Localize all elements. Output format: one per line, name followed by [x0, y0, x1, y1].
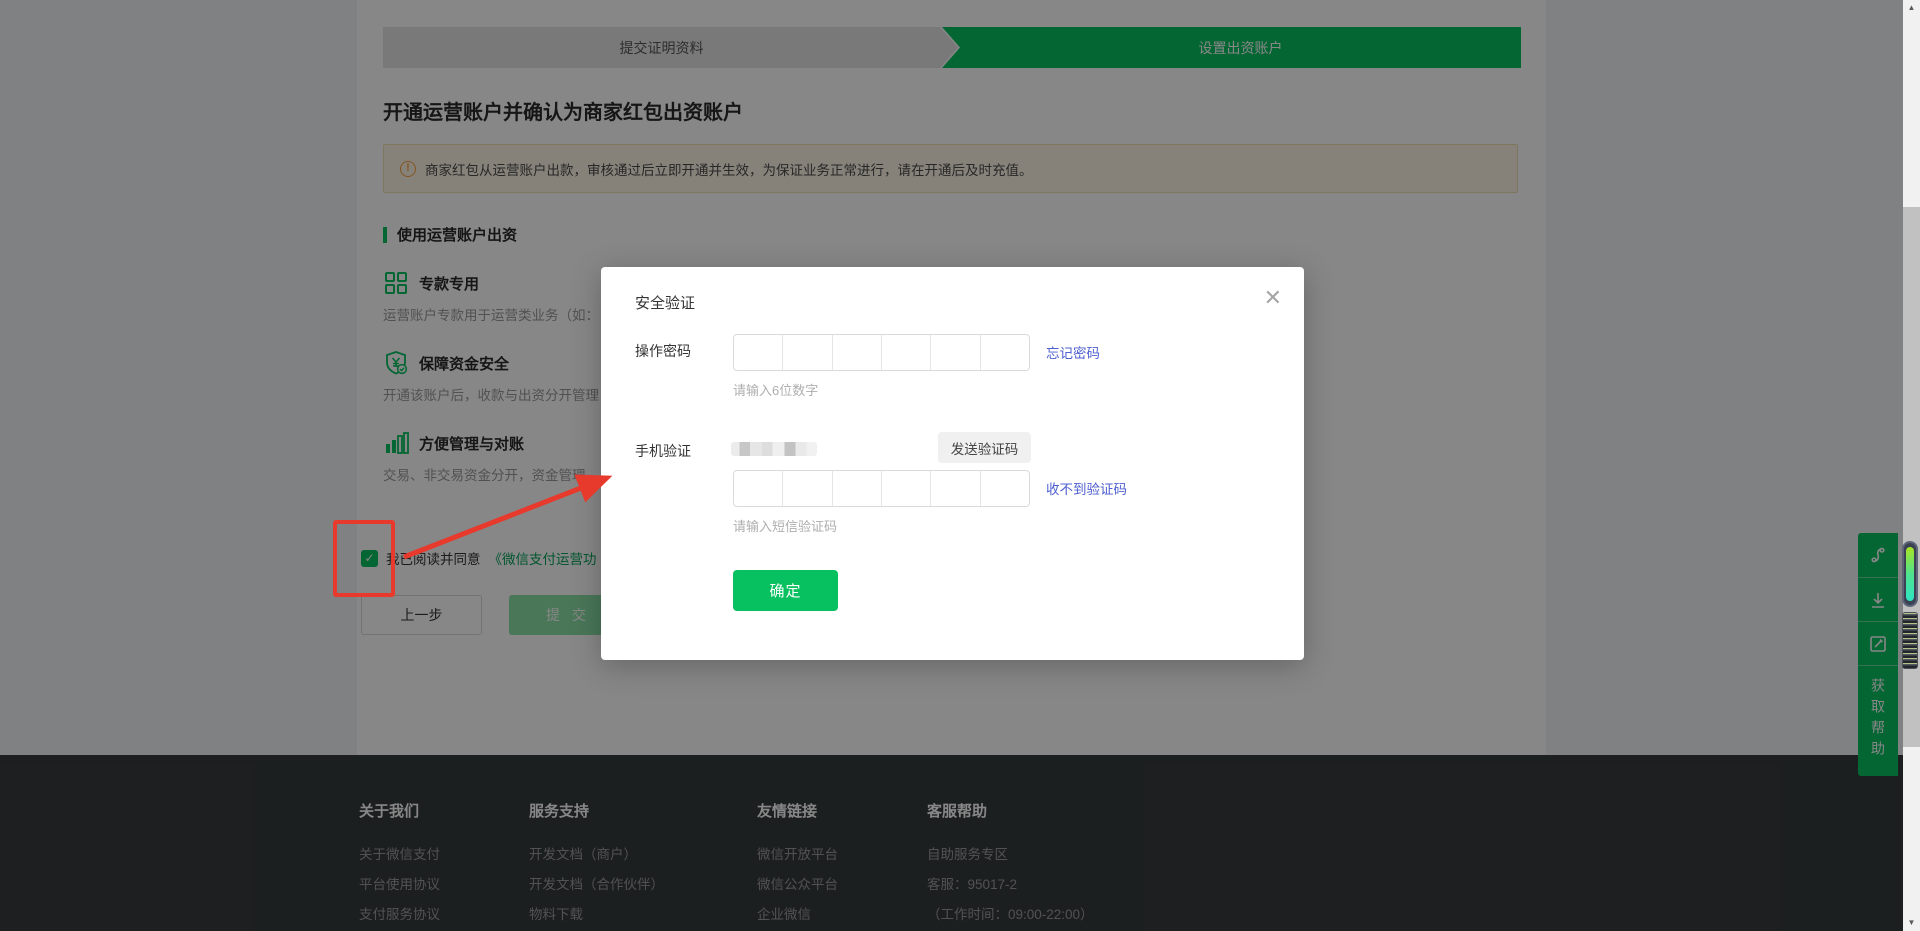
sms-code-input[interactable] [733, 470, 1030, 507]
sms-digit-cell [734, 471, 782, 506]
sms-digit-cell [930, 471, 979, 506]
modal-title: 安全验证 [635, 292, 695, 313]
password-label: 操作密码 [635, 341, 691, 361]
password-input[interactable] [733, 334, 1030, 371]
sms-hint: 请输入短信验证码 [733, 516, 837, 535]
screen: 提交证明资料 设置出资账户 开通运营账户并确认为商家红包出资账户 ! 商家红包从… [0, 0, 1920, 931]
annotation-rectangle [333, 520, 395, 597]
password-digit-cell [930, 335, 979, 370]
sms-digit-cell [980, 471, 1029, 506]
confirm-button[interactable]: 确定 [733, 570, 838, 611]
password-digit-cell [881, 335, 930, 370]
sms-digit-cell [782, 471, 831, 506]
password-hint: 请输入6位数字 [733, 380, 818, 399]
security-verification-modal: 安全验证 ✕ 操作密码 忘记密码 请输入6位数字 手机验证 发送验证码 收不到验… [601, 267, 1304, 660]
sms-digit-cell [881, 471, 930, 506]
sms-label: 手机验证 [635, 441, 691, 461]
scrollbar-marker-gradient [1902, 541, 1918, 607]
masked-phone-number [731, 442, 817, 456]
no-code-link[interactable]: 收不到验证码 [1046, 478, 1127, 498]
scrollbar[interactable]: ▲ ▼ [1903, 0, 1920, 931]
password-digit-cell [782, 335, 831, 370]
scrollbar-marker-striped [1902, 612, 1918, 669]
password-digit-cell [980, 335, 1029, 370]
scroll-up-icon[interactable]: ▲ [1903, 0, 1920, 16]
password-digit-cell [734, 335, 782, 370]
close-icon[interactable]: ✕ [1264, 285, 1282, 311]
password-digit-cell [832, 335, 881, 370]
sms-digit-cell [832, 471, 881, 506]
forgot-password-link[interactable]: 忘记密码 [1046, 342, 1100, 362]
send-code-button[interactable]: 发送验证码 [938, 432, 1031, 463]
scroll-down-icon[interactable]: ▼ [1903, 915, 1920, 931]
